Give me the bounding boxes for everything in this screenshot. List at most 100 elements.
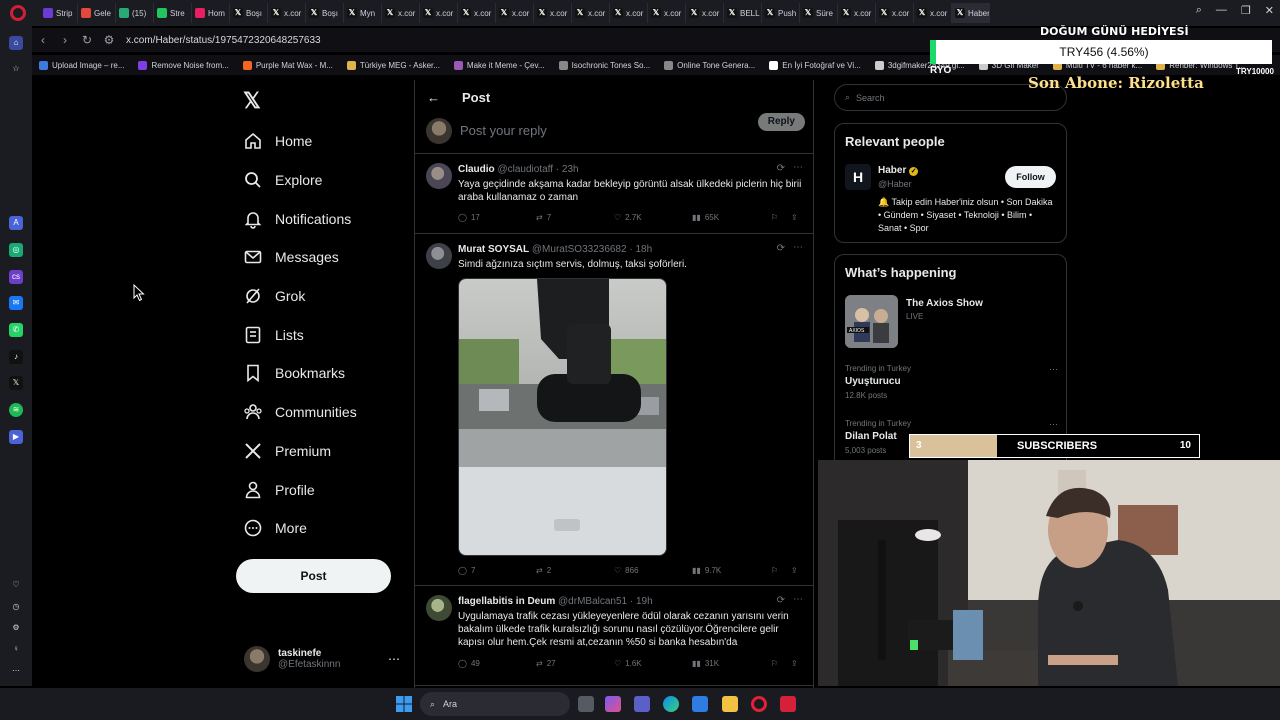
site-info-icon[interactable]: ⚙	[98, 33, 120, 47]
share-action[interactable]: ⇪	[791, 566, 798, 575]
browser-tab[interactable]: 𝕏x.cor	[534, 3, 572, 23]
browser-tab[interactable]: 𝕏 BELL	[724, 3, 762, 23]
star-icon[interactable]: ☆	[9, 62, 23, 76]
avatar[interactable]	[426, 163, 452, 189]
reply-action[interactable]: ◯ 49	[458, 659, 480, 668]
browser-tab[interactable]: 𝕏 Boşı	[230, 3, 268, 23]
app-icon[interactable]: cs	[9, 270, 23, 284]
reply-input[interactable]: Post your reply	[460, 123, 547, 138]
store-icon[interactable]	[692, 696, 708, 712]
spotify-icon[interactable]: ≋	[9, 403, 23, 417]
minimize-icon[interactable]: —	[1216, 4, 1227, 17]
tweet-author-name[interactable]: flagellabitis in Deum	[458, 596, 555, 607]
tweet[interactable]: Murat SOYSAL @MuratSO33236682 · 18h ⟳ ⋯ …	[415, 234, 813, 586]
browser-tab[interactable]: 𝕏x.cor	[458, 3, 496, 23]
like-action[interactable]: ♡ 1.6K	[614, 659, 642, 668]
repost-action[interactable]: ⇄ 2	[536, 566, 551, 575]
nav-item-home[interactable]: Home	[243, 122, 357, 161]
browser-tab[interactable]: 𝕏x.cor	[496, 3, 534, 23]
nav-item-notifications[interactable]: Notifications	[243, 199, 357, 238]
player-icon[interactable]: ▶	[9, 430, 23, 444]
views-action[interactable]: ▮▮ 65K	[692, 213, 719, 222]
browser-tab[interactable]: 𝕏x.cor	[876, 3, 914, 23]
whatsapp-icon[interactable]: ✆	[9, 323, 23, 337]
like-action[interactable]: ♡ 2.7K	[614, 213, 642, 222]
nav-item-messages[interactable]: Messages	[243, 238, 357, 277]
show-thumbnail[interactable]: AXIOS	[845, 295, 898, 348]
nav-item-premium[interactable]: Premium	[243, 432, 357, 471]
opera-icon[interactable]	[751, 696, 767, 712]
browser-tab[interactable]: 𝕏 Boşı	[306, 3, 344, 23]
file-explorer-icon[interactable]	[722, 696, 738, 712]
more-icon[interactable]: ⋯	[793, 594, 803, 605]
tweet-author-handle[interactable]: @MuratSO33236682	[532, 244, 627, 255]
more-icon[interactable]: ⋯	[793, 162, 803, 173]
avatar[interactable]	[426, 595, 452, 621]
forward-icon[interactable]: ›	[54, 33, 76, 47]
nav-item-bookmarks[interactable]: Bookmarks	[243, 354, 357, 393]
search-tabs-icon[interactable]: ⌕	[1196, 4, 1202, 17]
person-name[interactable]: Haber ✓	[878, 165, 919, 176]
bookmark-item[interactable]: Online Tone Genera...	[657, 60, 762, 70]
browser-tab[interactable]: 𝕏x.cor	[382, 3, 420, 23]
tweet[interactable]: flagellabitis in Deum @drMBalcan51 · 19h…	[415, 586, 813, 686]
windows-start-icon[interactable]	[396, 696, 412, 712]
nav-item-communities[interactable]: Communities	[243, 393, 357, 432]
browser-tab[interactable]: 𝕏Haber o	[952, 3, 990, 23]
nav-item-explore[interactable]: Explore	[243, 161, 357, 200]
trend-item[interactable]: Trending in Turkey Uyuşturucu 12.8K post…	[845, 364, 1058, 400]
task-view-icon[interactable]	[578, 696, 594, 712]
taskbar-search[interactable]: ⌕ Ara	[420, 692, 570, 716]
share-action[interactable]: ⇪	[791, 659, 798, 668]
x-logo-icon[interactable]: 𝕏	[243, 88, 261, 114]
copilot-icon[interactable]	[605, 696, 621, 712]
browser-tab[interactable]: Gele	[78, 3, 116, 23]
post-button[interactable]: Post	[236, 559, 391, 593]
share-action[interactable]: ⇪	[791, 213, 798, 222]
x-icon[interactable]: 𝕏	[9, 376, 23, 390]
edge-icon[interactable]	[663, 696, 679, 712]
app-w-icon[interactable]	[780, 696, 796, 712]
tweet-time[interactable]: 23h	[562, 164, 579, 175]
browser-tab[interactable]: 𝕏x.cor	[610, 3, 648, 23]
messenger-icon[interactable]: ✉	[9, 296, 23, 310]
person-handle[interactable]: @Haber	[878, 179, 912, 189]
browser-tab[interactable]: 𝕏x.cor	[686, 3, 724, 23]
repost-action[interactable]: ⇄ 7	[536, 213, 551, 222]
tweet-photo[interactable]	[458, 278, 667, 556]
bookmark-item[interactable]: Türkiye MEG - Asker...	[340, 60, 447, 70]
aria-icon[interactable]: A	[9, 216, 23, 230]
back-icon[interactable]: ‹	[32, 33, 54, 47]
reply-button[interactable]: Reply	[757, 113, 805, 131]
browser-tab[interactable]: Hom	[192, 3, 230, 23]
heart-icon[interactable]: ♡	[9, 578, 23, 592]
bookmark-action[interactable]: ⚐	[771, 659, 778, 668]
nav-item-more[interactable]: More	[243, 509, 357, 548]
more-icon[interactable]: ⋯	[9, 664, 23, 678]
repost-action[interactable]: ⇄ 27	[536, 659, 556, 668]
url-field[interactable]: x.com/Haber/status/1975472320648257633	[126, 35, 321, 46]
bookmark-action[interactable]: ⚐	[771, 566, 778, 575]
browser-tab[interactable]: 𝕏 Push	[762, 3, 800, 23]
bookmark-item[interactable]: Isochronic Tones So...	[552, 60, 658, 70]
settings-icon[interactable]: ⚙	[9, 621, 23, 635]
browser-tab[interactable]: 𝕏x.cor	[572, 3, 610, 23]
tweet-author-name[interactable]: Murat SOYSAL	[458, 244, 529, 255]
opera-logo-icon[interactable]	[10, 5, 26, 21]
browser-tab[interactable]: Stre	[154, 3, 192, 23]
browser-tab[interactable]: 𝕏 Süre	[800, 3, 838, 23]
close-icon[interactable]: ✕	[1265, 4, 1274, 17]
more-icon[interactable]: ⋯	[388, 652, 400, 666]
browser-tab[interactable]: 𝕏 Myn	[344, 3, 382, 23]
browser-tab[interactable]: 𝕏x.cor	[420, 3, 458, 23]
browser-tab[interactable]: 𝕏x.cor	[648, 3, 686, 23]
reply-action[interactable]: ◯ 7	[458, 566, 475, 575]
tweet-time[interactable]: 19h	[636, 596, 653, 607]
tweet-time[interactable]: 18h	[635, 244, 652, 255]
nav-item-profile[interactable]: Profile	[243, 470, 357, 509]
views-action[interactable]: ▮▮ 9.7K	[692, 566, 721, 575]
more-icon[interactable]: ⋯	[793, 242, 803, 253]
grok-icon[interactable]: ⟳	[777, 595, 785, 606]
browser-tab[interactable]: 𝕏x.cor	[838, 3, 876, 23]
follow-button[interactable]: Follow	[1005, 166, 1056, 188]
